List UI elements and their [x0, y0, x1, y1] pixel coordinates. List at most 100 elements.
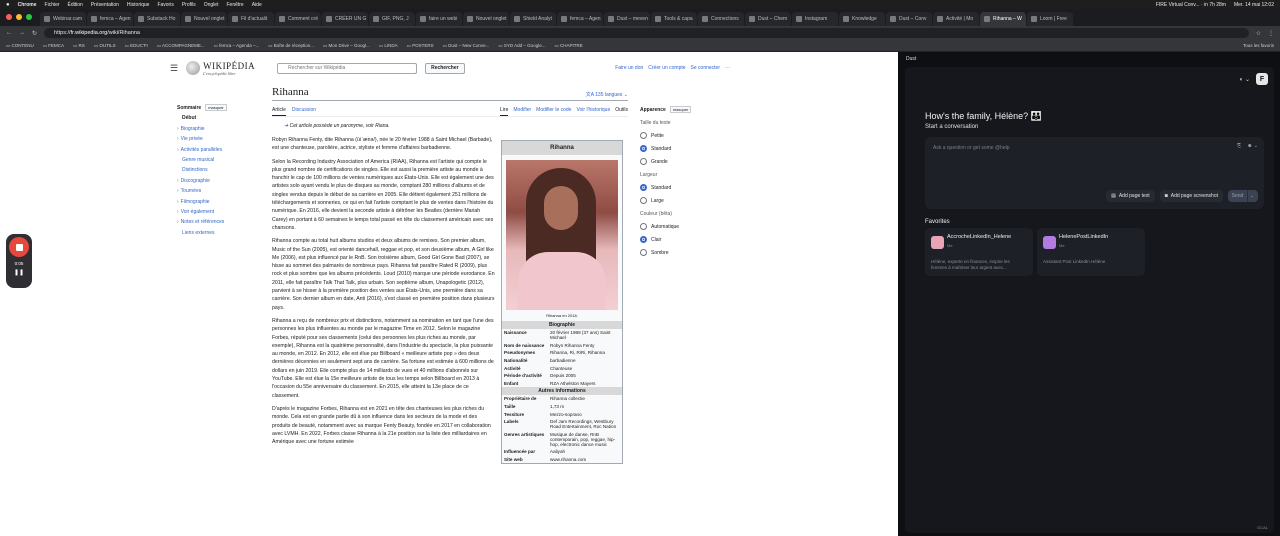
- extensions-icon[interactable]: ⋮: [1268, 30, 1274, 37]
- bookmark-item[interactable]: ▭ RS: [73, 43, 85, 49]
- tab-article[interactable]: Article: [272, 107, 286, 116]
- bookmark-item[interactable]: ▭ Boîte de réception...: [268, 43, 314, 49]
- browser-tab[interactable]: Webinar.cam: [40, 12, 86, 26]
- browser-tab[interactable]: Activité | Mo: [933, 12, 979, 26]
- browser-tab[interactable]: GIF, PNG, J: [369, 12, 415, 26]
- toc-item[interactable]: › Vie privée: [177, 136, 267, 142]
- minimize-window-icon[interactable]: [16, 14, 22, 20]
- browser-tab[interactable]: Rihanna – W: [980, 12, 1026, 26]
- language-button[interactable]: 文A 135 langues ⌄: [586, 91, 628, 98]
- browser-tab[interactable]: Dust – Conv: [886, 12, 932, 26]
- browser-tab[interactable]: Knowledge: [839, 12, 885, 26]
- bookmark-item[interactable]: ▭ OUTILS: [94, 43, 116, 49]
- browser-tab[interactable]: faire un webi: [416, 12, 462, 26]
- stop-recording-button[interactable]: [9, 237, 29, 257]
- browser-tab[interactable]: femca – Agen: [87, 12, 133, 26]
- attach-icon[interactable]: ⎘: [1237, 143, 1241, 149]
- menu-item[interactable]: Profils: [182, 2, 196, 8]
- menu-item[interactable]: Favoris: [157, 2, 173, 8]
- message-input[interactable]: Ask a question or get some @help: [933, 145, 1010, 151]
- tools-menu[interactable]: Outils: [615, 107, 628, 116]
- browser-tab[interactable]: Connections: [698, 12, 744, 26]
- browser-tab[interactable]: CRÉER UN G: [322, 12, 368, 26]
- toc-item[interactable]: Genre musical: [177, 157, 267, 163]
- donate-link[interactable]: Faire un don: [615, 65, 643, 71]
- bookmark-item[interactable]: ▭ SYD Add – Google...: [498, 43, 545, 49]
- add-page-text-button[interactable]: ▤ Add page text: [1106, 190, 1155, 202]
- bookmark-item[interactable]: ▭ Mon Drive – Googl...: [323, 43, 370, 49]
- more-options-icon[interactable]: ⋯: [725, 65, 730, 71]
- appearance-radio[interactable]: Petite: [640, 132, 730, 139]
- main-menu-icon[interactable]: ☰: [170, 63, 178, 74]
- calendar-event-status[interactable]: FIRE Virtual Conv... · in 7h 28m: [1156, 2, 1226, 8]
- bookmark-item[interactable]: ▭ EDUC'FI: [125, 43, 148, 49]
- bookmark-item[interactable]: ▭ CONTENU: [6, 43, 34, 49]
- chevron-right-icon[interactable]: ›: [177, 188, 179, 194]
- menu-item[interactable]: Historique: [127, 2, 150, 8]
- chevron-right-icon[interactable]: ›: [177, 147, 179, 153]
- create-account-link[interactable]: Créer un compte: [648, 65, 685, 71]
- wikipedia-logo[interactable]: WIKIPÉDIA L'encyclopédie libre: [186, 61, 255, 76]
- browser-tab[interactable]: Dust – meven: [604, 12, 650, 26]
- menu-item[interactable]: Onglet: [204, 2, 219, 8]
- appearance-radio[interactable]: Sombre: [640, 249, 730, 256]
- bookmark-item[interactable]: ▭ femca – Agenda –...: [214, 43, 260, 49]
- tab-history[interactable]: Voir l'historique: [576, 107, 610, 116]
- menu-app-name[interactable]: Chrome: [18, 2, 37, 8]
- login-link[interactable]: Se connecter: [691, 65, 720, 71]
- favorite-agent-card[interactable]: AccrocheLinkedIn_Helene Me Hélène, experte…: [925, 228, 1033, 276]
- wiki-search-input[interactable]: Rechercher sur Wikipédia: [277, 62, 418, 74]
- window-controls[interactable]: [6, 14, 32, 20]
- bookmark-item[interactable]: ▭ POSTERS: [407, 43, 434, 49]
- menu-item[interactable]: Aide: [252, 2, 262, 8]
- browser-tab[interactable]: Dust – Chem: [745, 12, 791, 26]
- appearance-hide-button[interactable]: masquer: [669, 106, 692, 113]
- address-bar[interactable]: https://fr.wikipedia.org/wiki/Rihanna: [44, 28, 1249, 38]
- add-page-screenshot-button[interactable]: ◙ Add page screenshot: [1159, 190, 1223, 202]
- infobox-photo[interactable]: [506, 160, 618, 310]
- all-bookmarks[interactable]: Tous les favoris: [1243, 43, 1274, 48]
- chevron-right-icon[interactable]: ›: [177, 219, 179, 225]
- browser-tab[interactable]: femca – Agen: [557, 12, 603, 26]
- bookmark-item[interactable]: ▭ CHAPITRE: [554, 43, 582, 49]
- pause-icon[interactable]: ❚❚: [14, 269, 24, 276]
- bookmark-item[interactable]: ▭ ACCOMPAGNEME...: [157, 43, 205, 49]
- browser-tab[interactable]: Fil d'actualit: [228, 12, 274, 26]
- send-button[interactable]: Send ⌄: [1228, 190, 1258, 202]
- browser-tab[interactable]: Tools & capa: [651, 12, 697, 26]
- toc-item[interactable]: Liens externes: [177, 230, 267, 236]
- toc-hide-button[interactable]: masquer: [205, 104, 227, 111]
- browser-tab[interactable]: Nouvel onglet: [181, 12, 227, 26]
- chevron-right-icon[interactable]: ›: [177, 178, 179, 184]
- browser-tab[interactable]: Shield Analyt: [510, 12, 556, 26]
- appearance-radio[interactable]: Automatique: [640, 223, 730, 230]
- message-composer[interactable]: Ask a question or get some @help ⎘ ☻ ⌄ ▤…: [925, 137, 1264, 209]
- toc-item[interactable]: › Discographie: [177, 178, 267, 184]
- tab-edit[interactable]: Modifier: [513, 107, 531, 116]
- toc-item[interactable]: › Tournées: [177, 188, 267, 194]
- clock[interactable]: Mer. 14 mai 12:02: [1234, 2, 1274, 8]
- favorite-agent-card[interactable]: HelenePostLinkedIn Me Assistant Post Linke…: [1037, 228, 1145, 276]
- back-icon[interactable]: ←: [6, 30, 12, 36]
- appearance-radio[interactable]: Clair: [640, 236, 730, 243]
- apple-icon[interactable]: ●: [6, 2, 10, 8]
- toc-item[interactable]: › Voir également: [177, 209, 267, 215]
- toc-item[interactable]: Début: [177, 115, 267, 121]
- forward-icon[interactable]: →: [19, 30, 25, 36]
- appearance-radio[interactable]: Large: [640, 197, 730, 204]
- chevron-right-icon[interactable]: ›: [177, 136, 179, 142]
- browser-tab[interactable]: Comment cré: [275, 12, 321, 26]
- reload-icon[interactable]: ↻: [32, 30, 37, 37]
- browser-tab[interactable]: Instagram: [792, 12, 838, 26]
- menu-item[interactable]: Présentation: [91, 2, 119, 8]
- bookmark-item[interactable]: ▭ Dust – New Conve...: [443, 43, 490, 49]
- bookmark-item[interactable]: ▭ LINDA: [379, 43, 398, 49]
- chevron-right-icon[interactable]: ›: [177, 199, 179, 205]
- toc-item[interactable]: Distinctions: [177, 167, 267, 173]
- toc-item[interactable]: › Biographie: [177, 126, 267, 132]
- appearance-radio[interactable]: Standard: [640, 145, 730, 152]
- browser-tab[interactable]: Nouvel onglet: [463, 12, 509, 26]
- toc-item[interactable]: › Notes et références: [177, 219, 267, 225]
- browser-tab[interactable]: Substack Ho: [134, 12, 180, 26]
- appearance-radio[interactable]: Standard: [640, 184, 730, 191]
